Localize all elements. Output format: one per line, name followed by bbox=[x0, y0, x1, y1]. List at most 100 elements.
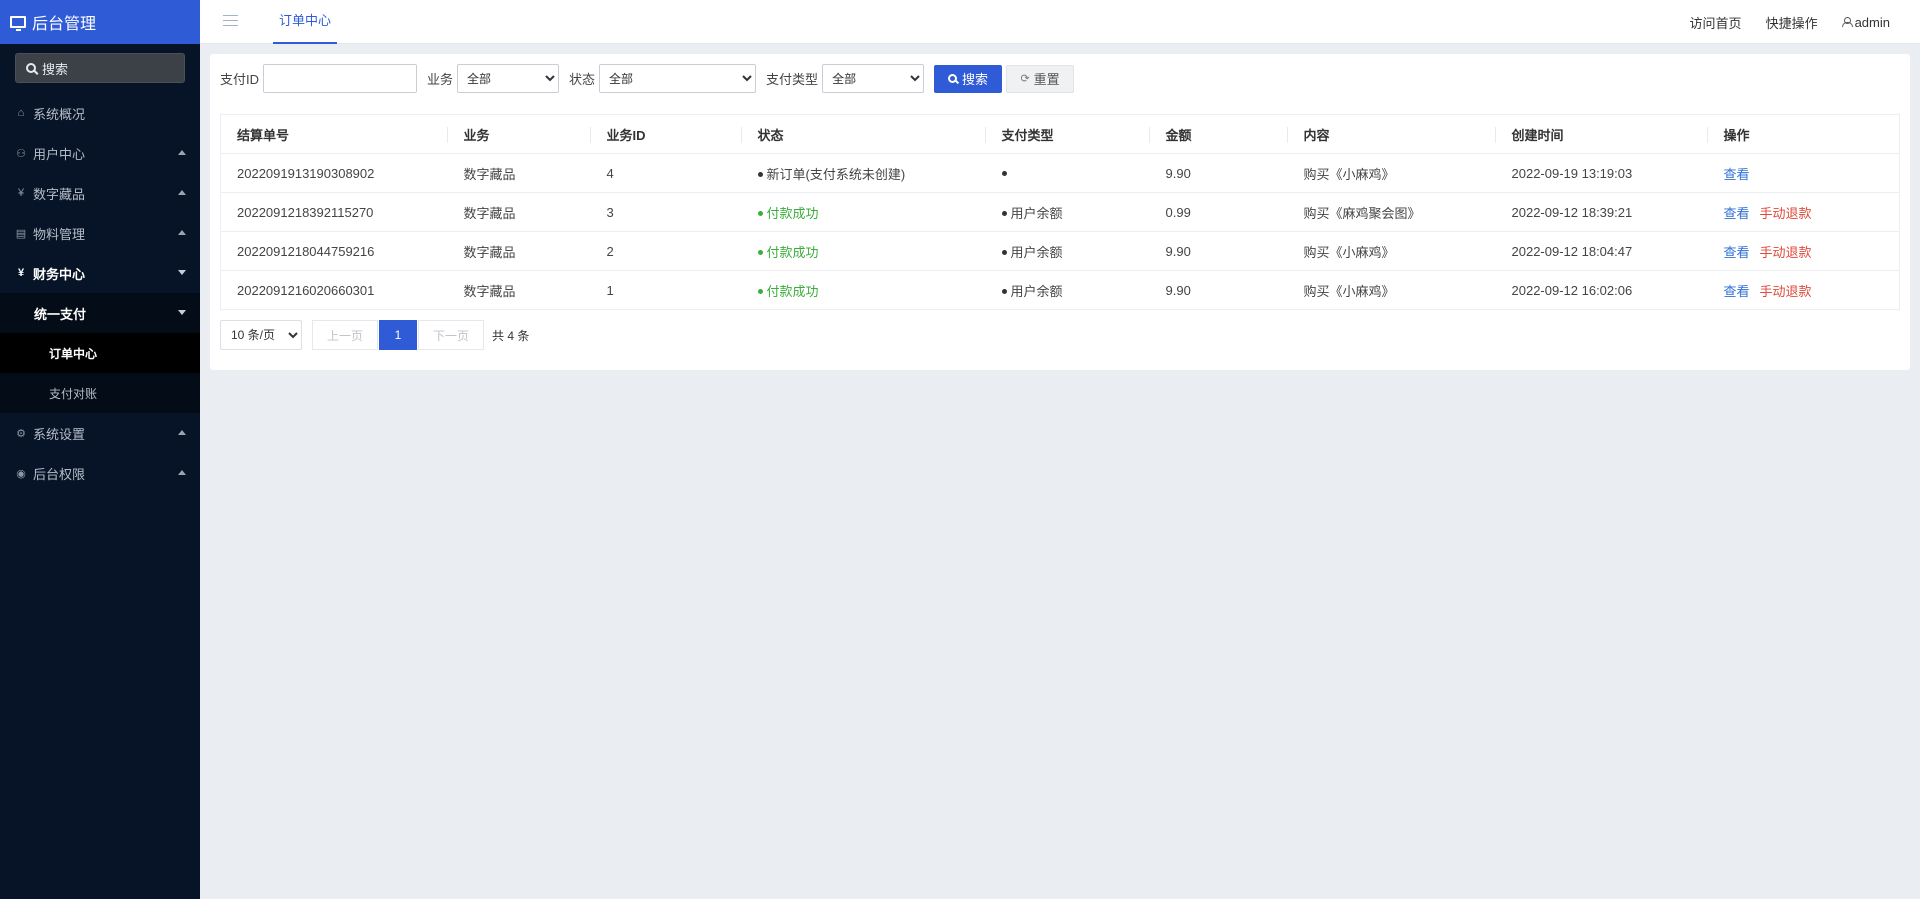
status-dot-icon bbox=[1001, 170, 1007, 176]
pagination: 10 条/页 上一页 1 下一页 共 4 条 bbox=[220, 320, 529, 350]
status: 付款成功 bbox=[741, 231, 986, 271]
sidebar-item-finance[interactable]: ¥ 财务中心 bbox=[0, 253, 200, 293]
home-icon: ⌂ bbox=[17, 107, 25, 119]
biz-id: 2 bbox=[590, 231, 742, 271]
username: admin bbox=[1854, 14, 1890, 30]
col-header: 操作 bbox=[1707, 114, 1900, 154]
created-time: 2022-09-12 18:39:21 bbox=[1495, 192, 1708, 232]
col-header: 金额 bbox=[1149, 114, 1288, 154]
sidebar-item-order-center[interactable]: 订单中心 bbox=[0, 333, 200, 373]
pay-id-label: 支付ID bbox=[220, 72, 260, 87]
biz-id: 3 bbox=[590, 192, 742, 232]
sidebar-item-materials[interactable]: ▤ 物料管理 bbox=[0, 213, 200, 253]
created-time: 2022-09-12 18:04:47 bbox=[1495, 231, 1708, 271]
status-dot-icon bbox=[757, 210, 763, 216]
business: 数字藏品 bbox=[447, 231, 591, 271]
business: 数字藏品 bbox=[447, 192, 591, 232]
caret-down-icon bbox=[178, 270, 186, 275]
sidebar-item-overview[interactable]: ⌂ 系统概况 bbox=[0, 93, 200, 133]
amount: 9.90 bbox=[1149, 231, 1288, 271]
visit-home-link[interactable]: 访问首页 bbox=[1690, 13, 1742, 32]
topbar-actions: 访问首页 快捷操作 admin bbox=[1666, 0, 1890, 44]
users-icon: ⚇ bbox=[16, 147, 26, 160]
view-link[interactable]: 查看 bbox=[1724, 206, 1750, 221]
sidebar-item-label: 物料管理 bbox=[33, 226, 86, 242]
caret-up-icon bbox=[178, 430, 186, 435]
refund-link[interactable]: 手动退款 bbox=[1760, 245, 1812, 260]
order-no: 2022091218392115270 bbox=[220, 192, 448, 232]
quick-ops-menu[interactable]: 快捷操作 bbox=[1766, 13, 1818, 32]
topbar: 订单中心 访问首页 快捷操作 admin bbox=[200, 0, 1920, 44]
status-dot-icon bbox=[1001, 288, 1007, 294]
view-link[interactable]: 查看 bbox=[1724, 284, 1750, 299]
total-count: 共 4 条 bbox=[492, 328, 530, 343]
page-size-select[interactable]: 10 条/页 bbox=[220, 320, 302, 350]
sidebar-search[interactable]: 搜索 bbox=[15, 53, 185, 83]
caret-up-icon bbox=[178, 230, 186, 235]
user-icon bbox=[1841, 17, 1853, 27]
pay-type bbox=[985, 153, 1150, 193]
pay-type: 用户余额 bbox=[985, 270, 1150, 310]
table-row: 2022091216020660301 数字藏品 1 付款成功 用户余额 9.9… bbox=[220, 270, 1900, 310]
sidebar-item-settings[interactable]: ⚙ 系统设置 bbox=[0, 413, 200, 453]
brand-title: 后台管理 bbox=[32, 16, 97, 33]
col-header: 创建时间 bbox=[1495, 114, 1708, 154]
menu-toggle-icon[interactable] bbox=[223, 15, 238, 27]
sidebar-item-users[interactable]: ⚇ 用户中心 bbox=[0, 133, 200, 173]
col-header: 状态 bbox=[741, 114, 986, 154]
sidebar-item-label: 支付对账 bbox=[49, 386, 98, 401]
caret-up-icon bbox=[178, 470, 186, 475]
sidebar-item-reconciliation[interactable]: 支付对账 bbox=[0, 373, 200, 413]
status-dot-icon bbox=[1001, 210, 1007, 216]
tab-order-center[interactable]: 订单中心 bbox=[273, 0, 338, 44]
sidebar-item-permissions[interactable]: ◉ 后台权限 bbox=[0, 453, 200, 493]
col-header: 结算单号 bbox=[220, 114, 448, 154]
search-button[interactable]: 搜索 bbox=[934, 64, 1003, 93]
next-page-button[interactable]: 下一页 bbox=[418, 320, 484, 350]
actions: 查看 bbox=[1707, 153, 1900, 193]
refund-link[interactable]: 手动退款 bbox=[1760, 206, 1812, 221]
status: 新订单(支付系统未创建) bbox=[741, 153, 986, 193]
search-icon bbox=[26, 63, 36, 73]
amount: 9.90 bbox=[1149, 270, 1288, 310]
amount: 9.90 bbox=[1149, 153, 1288, 193]
reset-button[interactable]: ⟳ 重置 bbox=[1006, 64, 1075, 93]
page-number-button[interactable]: 1 bbox=[379, 320, 417, 350]
col-header: 内容 bbox=[1287, 114, 1496, 154]
pay-type-select[interactable]: 全部 bbox=[822, 64, 925, 93]
status-dot-icon bbox=[757, 249, 763, 255]
orders-table: 结算单号 业务 业务ID 状态 支付类型 金额 内容 创建时间 操作 20220… bbox=[220, 114, 1900, 310]
user-circle-icon: ◉ bbox=[16, 467, 26, 480]
sidebar-item-collectibles[interactable]: ¥ 数字藏品 bbox=[0, 173, 200, 213]
status-select[interactable]: 全部 bbox=[599, 64, 757, 93]
content: 购买《小麻鸡》 bbox=[1287, 153, 1496, 193]
table-row: 2022091218392115270 数字藏品 3 付款成功 用户余额 0.9… bbox=[220, 192, 1900, 232]
pay-type: 用户余额 bbox=[985, 231, 1150, 271]
sidebar-item-label: 数字藏品 bbox=[33, 186, 86, 202]
yen-icon: ¥ bbox=[17, 267, 25, 279]
status-dot-icon bbox=[1001, 249, 1007, 255]
view-link[interactable]: 查看 bbox=[1724, 167, 1750, 182]
document-icon: ▤ bbox=[15, 227, 27, 240]
business-label: 业务 bbox=[427, 72, 454, 87]
user-menu[interactable]: admin bbox=[1841, 14, 1890, 30]
status-dot-icon bbox=[757, 171, 763, 177]
caret-up-icon bbox=[178, 190, 186, 195]
brand[interactable]: 后台管理 bbox=[0, 0, 200, 44]
business-select[interactable]: 全部 bbox=[457, 64, 560, 93]
content: 购买《小麻鸡》 bbox=[1287, 231, 1496, 271]
refresh-icon: ⟳ bbox=[1020, 73, 1030, 85]
caret-down-icon bbox=[178, 310, 186, 315]
sidebar-item-unified-payment[interactable]: 统一支付 bbox=[0, 293, 200, 333]
order-no: 2022091913190308902 bbox=[220, 153, 448, 193]
refund-link[interactable]: 手动退款 bbox=[1760, 284, 1812, 299]
content: 购买《小麻鸡》 bbox=[1287, 270, 1496, 310]
sidebar-item-label: 系统概况 bbox=[33, 106, 86, 122]
pay-id-input[interactable] bbox=[263, 64, 418, 93]
view-link[interactable]: 查看 bbox=[1724, 245, 1750, 260]
sidebar-item-label: 系统设置 bbox=[33, 426, 86, 442]
prev-page-button[interactable]: 上一页 bbox=[312, 320, 378, 350]
actions: 查看 手动退款 bbox=[1707, 270, 1900, 310]
pay-type-label: 支付类型 bbox=[766, 72, 819, 87]
sidebar-item-label: 统一支付 bbox=[34, 306, 87, 322]
